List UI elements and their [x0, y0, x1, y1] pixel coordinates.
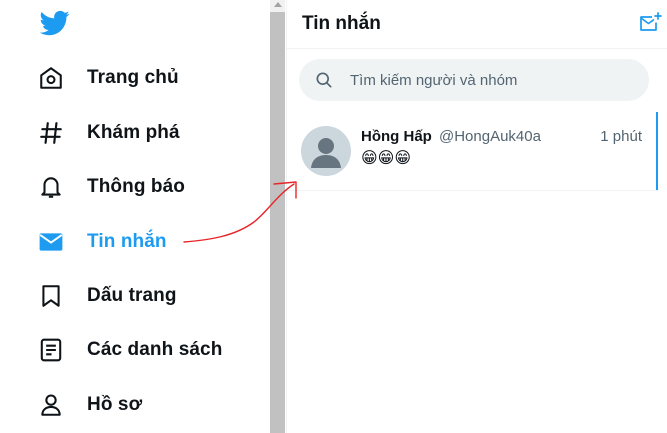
- twitter-logo-icon[interactable]: [40, 8, 70, 38]
- conversation-handle: @HongAuk40a: [439, 128, 541, 145]
- new-message-icon[interactable]: [639, 11, 663, 35]
- messages-header: Tin nhắn: [287, 0, 667, 49]
- conversation-item[interactable]: Hồng Hấp @HongAuk40a 1 phút 😁😁😁: [287, 112, 658, 191]
- profile-icon: [38, 392, 64, 418]
- default-avatar-icon: [311, 138, 341, 168]
- bookmark-icon: [38, 283, 64, 309]
- nav-bookmarks-label: Dấu trang: [87, 285, 177, 306]
- nav-explore-label: Khám phá: [87, 122, 180, 143]
- search-box[interactable]: [299, 59, 649, 101]
- nav-lists[interactable]: Các danh sách: [38, 330, 222, 370]
- nav-messages-label: Tin nhắn: [87, 231, 167, 252]
- page-title: Tin nhắn: [302, 13, 381, 34]
- selected-indicator: [656, 112, 658, 190]
- nav-notifications-label: Thông báo: [87, 176, 185, 197]
- search-input[interactable]: [348, 70, 642, 90]
- avatar: [301, 126, 351, 176]
- conversation-time: 1 phút: [600, 128, 642, 145]
- nav-messages[interactable]: Tin nhắn: [38, 222, 167, 262]
- nav-profile[interactable]: Hồ sơ: [38, 385, 142, 425]
- mail-icon: [38, 229, 64, 255]
- home-icon: [38, 65, 64, 91]
- nav-explore[interactable]: Khám phá: [38, 113, 180, 153]
- hashtag-icon: [38, 120, 64, 146]
- nav-home[interactable]: Trang chủ: [38, 58, 179, 98]
- bell-icon: [38, 174, 64, 200]
- scroll-up-arrow-icon[interactable]: [274, 2, 282, 7]
- nav-home-label: Trang chủ: [87, 67, 179, 88]
- conversation-name: Hồng Hấp: [361, 128, 432, 145]
- conversation-preview: 😁😁😁: [361, 150, 412, 167]
- search-icon: [316, 72, 332, 88]
- list-icon: [38, 337, 64, 363]
- nav-profile-label: Hồ sơ: [87, 394, 143, 415]
- nav-bookmarks[interactable]: Dấu trang: [38, 276, 177, 316]
- nav-notifications[interactable]: Thông báo: [38, 167, 185, 207]
- nav-lists-label: Các danh sách: [87, 339, 223, 360]
- messages-panel: Tin nhắn Hồng Hấp @HongAuk40a 1 phút 😁😁😁: [286, 0, 667, 433]
- annotation-arrow-icon: [183, 181, 297, 243]
